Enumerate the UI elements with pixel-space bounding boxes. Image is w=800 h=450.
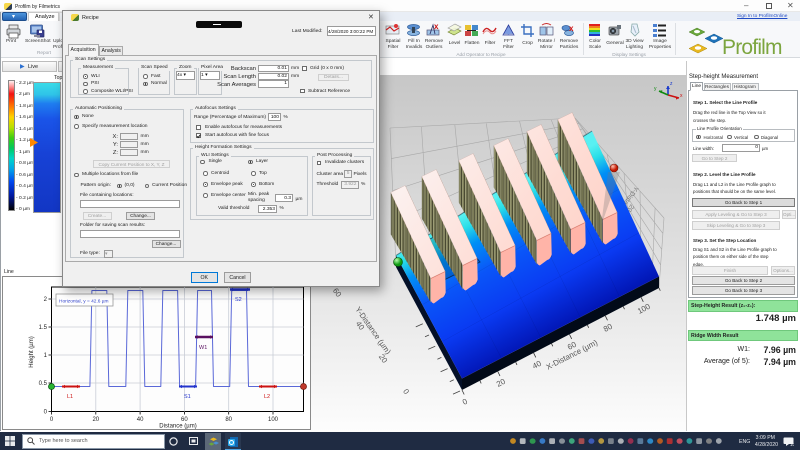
- svg-text:10: 10: [790, 442, 794, 446]
